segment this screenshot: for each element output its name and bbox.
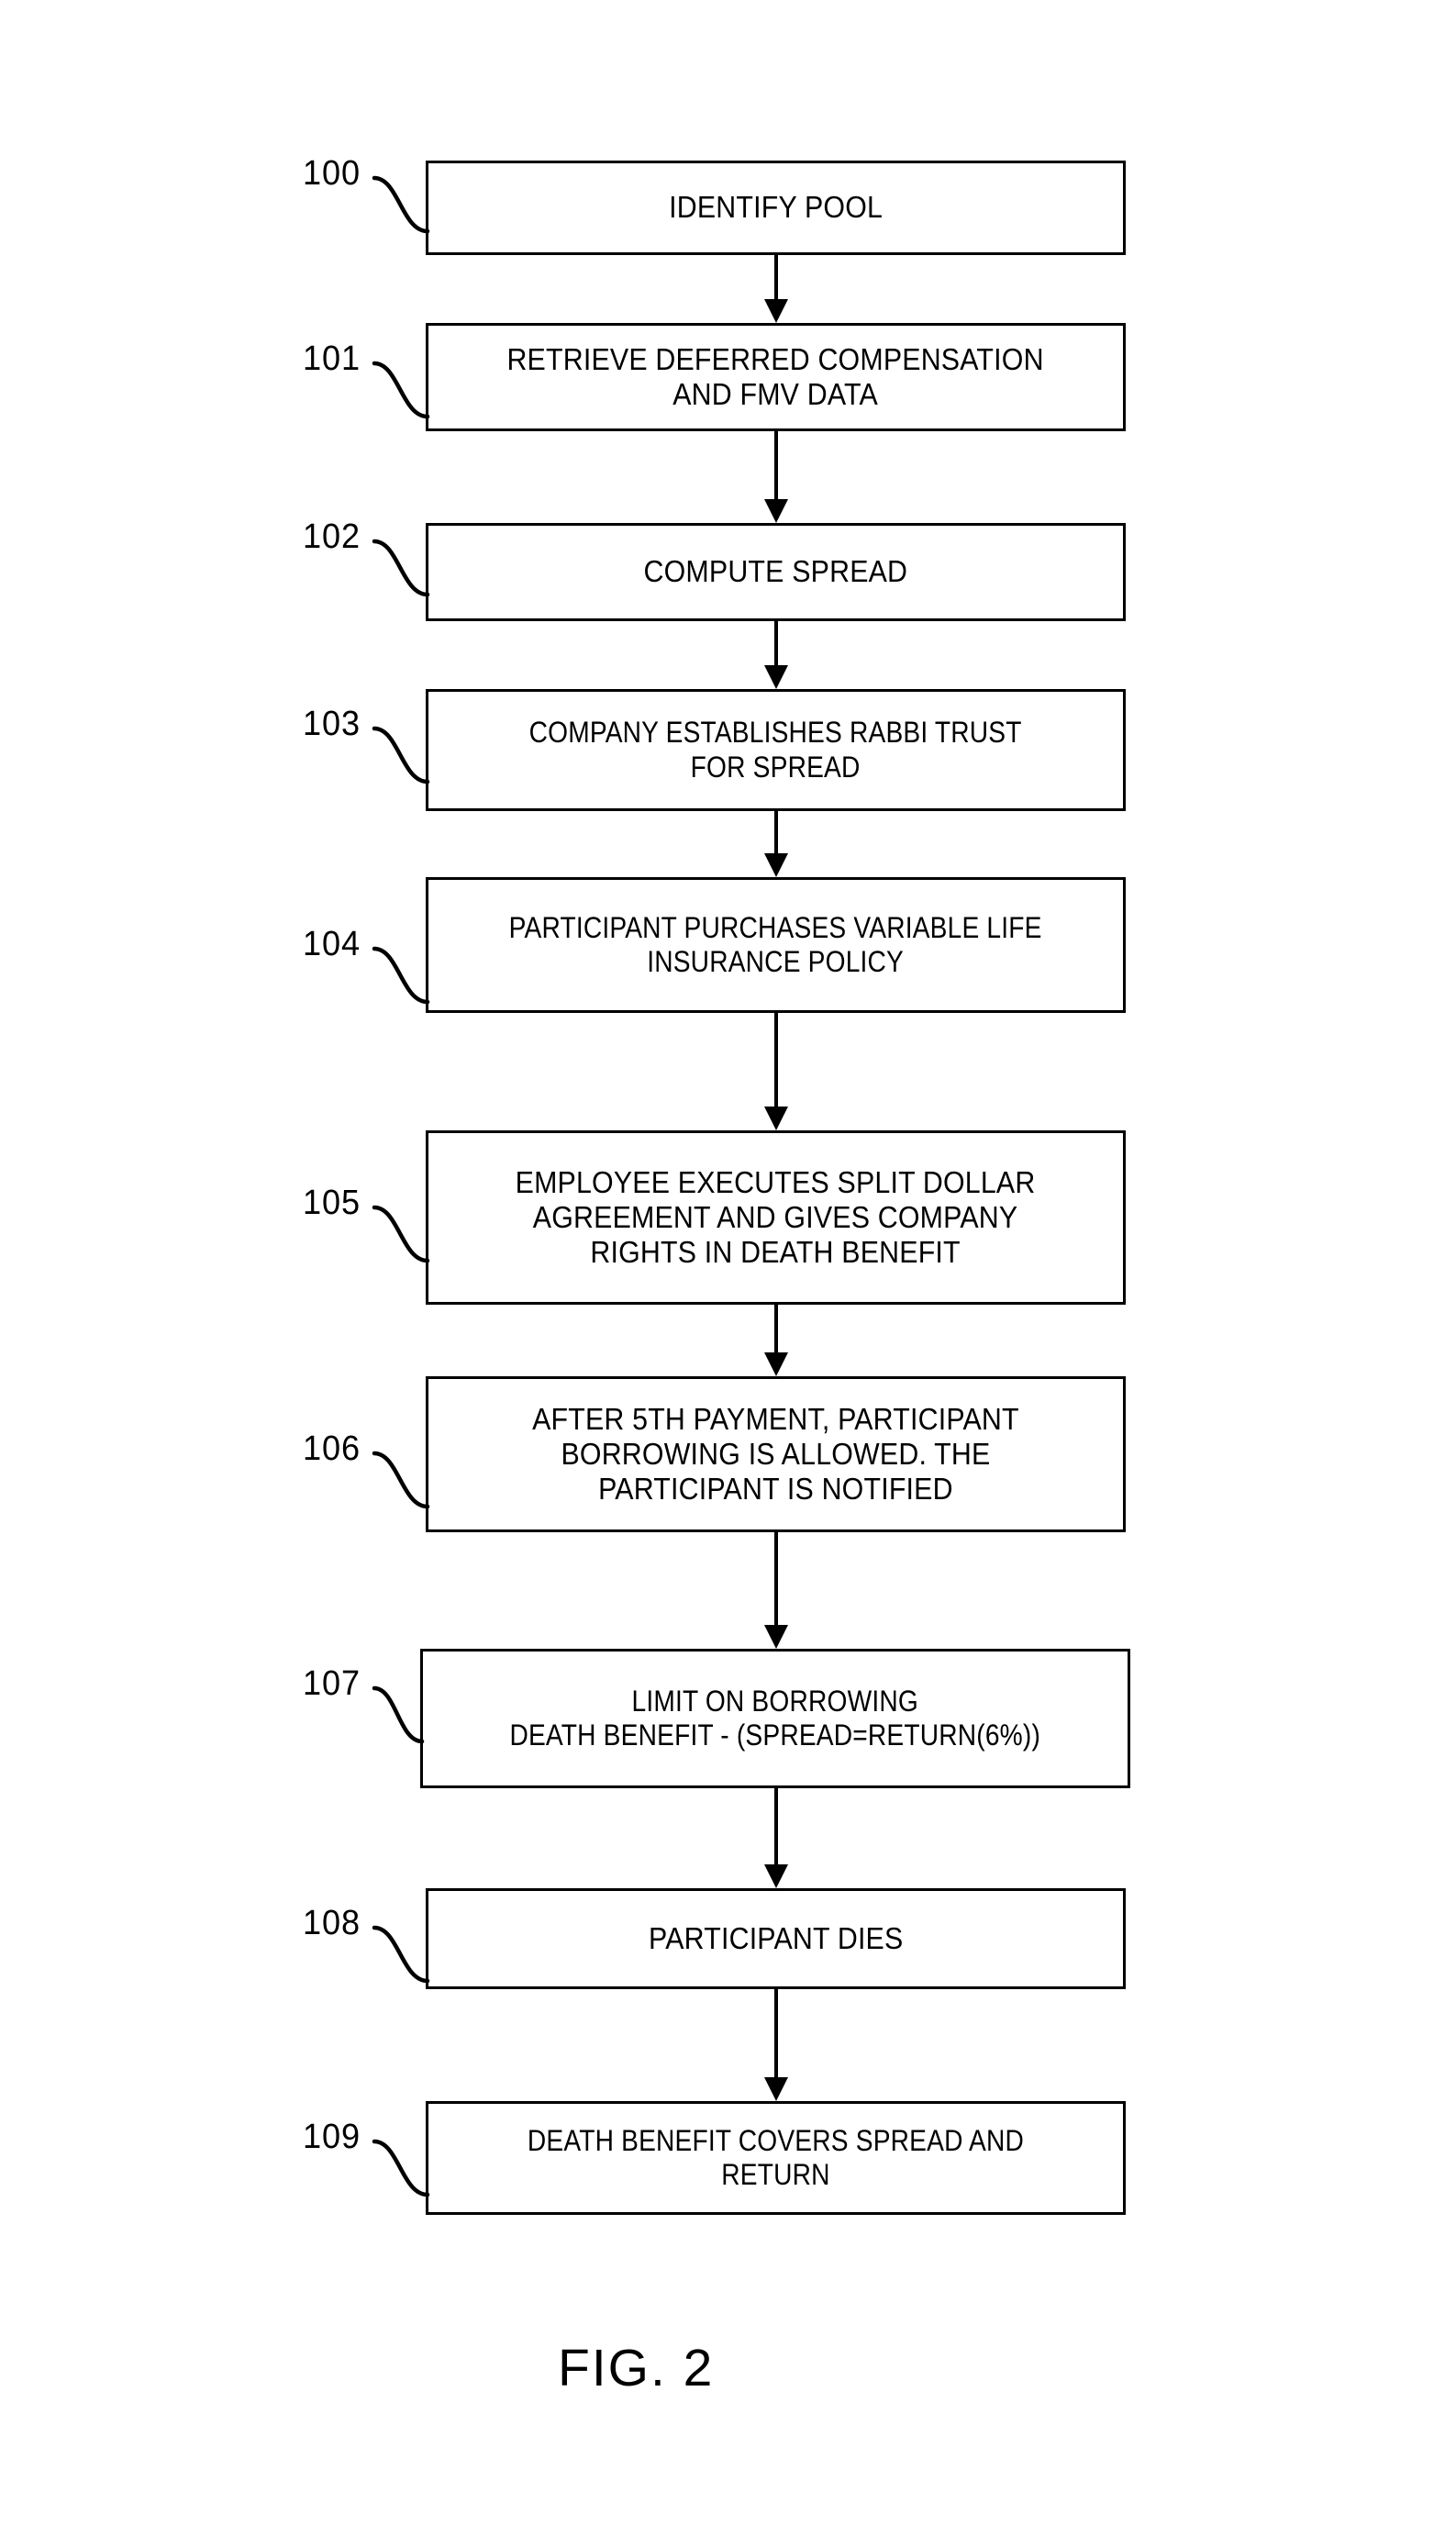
leader-line-109	[372, 2139, 430, 2197]
step-label-103: COMPANY ESTABLISHES RABBI TRUST FOR SPRE…	[529, 716, 1022, 784]
leader-line-106	[372, 1451, 430, 1509]
connector-arrow-107-to-108	[764, 1788, 788, 1888]
leader-line-100	[372, 175, 430, 234]
flowchart-step-109: DEATH BENEFIT COVERS SPREAD AND RETURN	[426, 2101, 1126, 2215]
step-label-109: DEATH BENEFIT COVERS SPREAD AND RETURN	[527, 2123, 1025, 2191]
step-label-107: LIMIT ON BORROWING DEATH BENEFIT - (SPRE…	[509, 1684, 1041, 1752]
flowchart-step-105: EMPLOYEE EXECUTES SPLIT DOLLAR AGREEMENT…	[426, 1130, 1126, 1305]
reference-numeral-104: 104	[303, 925, 361, 963]
reference-numeral-101: 101	[303, 339, 361, 378]
leader-line-102	[372, 539, 430, 597]
reference-numeral-109: 109	[303, 2118, 361, 2156]
connector-arrow-104-to-105	[764, 1013, 788, 1130]
leader-line-107	[372, 1685, 425, 1744]
step-label-106: AFTER 5TH PAYMENT, PARTICIPANT BORROWING…	[532, 1401, 1019, 1507]
connector-arrow-105-to-106	[764, 1305, 788, 1376]
leader-line-108	[372, 1925, 430, 1984]
flowchart-step-100: IDENTIFY POOL	[426, 161, 1126, 255]
leader-line-103	[372, 726, 430, 784]
reference-numeral-105: 105	[303, 1184, 361, 1222]
flowchart-step-104: PARTICIPANT PURCHASES VARIABLE LIFE INSU…	[426, 877, 1126, 1013]
connector-arrow-100-to-101	[764, 255, 788, 323]
flowchart-step-106: AFTER 5TH PAYMENT, PARTICIPANT BORROWING…	[426, 1376, 1126, 1532]
connector-arrow-103-to-104	[764, 811, 788, 877]
connector-arrow-101-to-102	[764, 431, 788, 523]
flowchart-step-102: COMPUTE SPREAD	[426, 523, 1126, 621]
flowchart-step-108: PARTICIPANT DIES	[426, 1888, 1126, 1989]
step-label-102: COMPUTE SPREAD	[643, 554, 908, 589]
flowchart-step-107: LIMIT ON BORROWING DEATH BENEFIT - (SPRE…	[420, 1649, 1130, 1788]
connector-arrow-108-to-109	[764, 1989, 788, 2101]
step-label-108: PARTICIPANT DIES	[648, 1920, 904, 1955]
connector-arrow-106-to-107	[764, 1532, 788, 1649]
step-label-105: EMPLOYEE EXECUTES SPLIT DOLLAR AGREEMENT…	[516, 1164, 1036, 1270]
reference-numeral-100: 100	[303, 154, 361, 193]
reference-numeral-108: 108	[303, 1904, 361, 1942]
flowchart-step-101: RETRIEVE DEFERRED COMPENSATION AND FMV D…	[426, 323, 1126, 431]
leader-line-104	[372, 946, 430, 1005]
reference-numeral-102: 102	[303, 517, 361, 556]
step-label-100: IDENTIFY POOL	[669, 190, 883, 225]
step-label-104: PARTICIPANT PURCHASES VARIABLE LIFE INSU…	[509, 910, 1042, 978]
reference-numeral-103: 103	[303, 705, 361, 743]
figure-canvas: IDENTIFY POOL 100 RETRIEVE DEFERRED COMPEN…	[0, 0, 1456, 2547]
flowchart-step-103: COMPANY ESTABLISHES RABBI TRUST FOR SPRE…	[426, 689, 1126, 811]
leader-line-105	[372, 1205, 430, 1263]
figure-caption: FIG. 2	[558, 2339, 715, 2397]
reference-numeral-107: 107	[303, 1664, 361, 1703]
leader-line-101	[372, 361, 430, 419]
step-label-101: RETRIEVE DEFERRED COMPENSATION AND FMV D…	[506, 341, 1045, 411]
connector-arrow-102-to-103	[764, 621, 788, 689]
reference-numeral-106: 106	[303, 1429, 361, 1468]
